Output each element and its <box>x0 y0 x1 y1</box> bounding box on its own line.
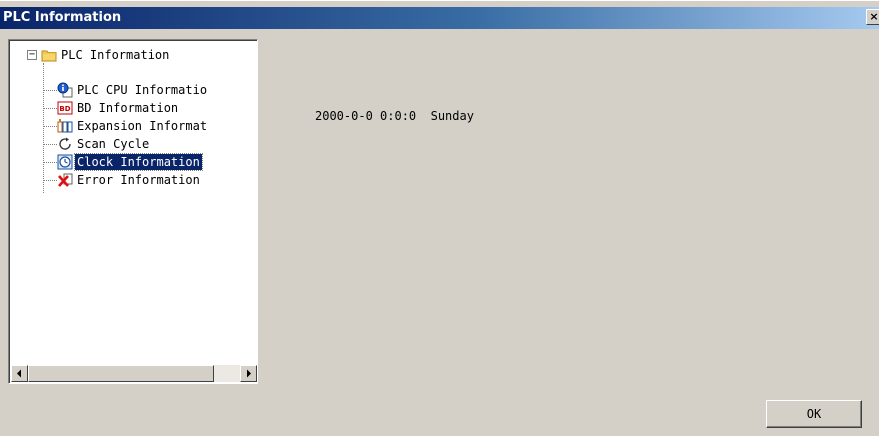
folder-icon <box>41 47 57 63</box>
tree-item-label: Clock Information <box>74 153 203 171</box>
arrow-left-icon <box>17 369 21 378</box>
close-icon: × <box>869 10 879 23</box>
error-icon <box>57 172 73 188</box>
tree-connector <box>43 126 57 127</box>
window-title: PLC Information <box>3 10 122 25</box>
tree-connector <box>43 180 57 181</box>
tree-viewport: − PLC Information PLC CPU Informatio BD … <box>9 40 257 383</box>
tree-connector <box>43 162 57 163</box>
tree-item-label: Expansion Informat <box>77 119 208 133</box>
tree-item-label: Error Information <box>77 173 200 187</box>
plc-info-tree[interactable]: − PLC Information PLC CPU Informatio BD … <box>8 39 258 384</box>
expansion-module-icon <box>57 118 73 134</box>
scrollbar-thumb[interactable] <box>28 365 214 382</box>
tree-item-label: Scan Cycle <box>77 137 150 151</box>
tree-item-expansion-information[interactable]: Expansion Informat <box>57 117 209 135</box>
tree-item-error-information[interactable]: Error Information <box>57 171 202 189</box>
tree-item-label: PLC CPU Informatio <box>77 83 208 97</box>
title-bar[interactable]: PLC Information × <box>0 7 879 29</box>
svg-text:BD: BD <box>59 105 70 113</box>
tree-connector-vertical <box>43 63 44 193</box>
clock-icon <box>57 154 73 170</box>
plc-information-dialog: PLC Information × − PLC Information PLC … <box>0 0 879 436</box>
scroll-right-button[interactable] <box>240 365 257 382</box>
tree-item-bd-information[interactable]: BD BD Information <box>57 99 180 117</box>
ok-button[interactable]: OK <box>766 400 862 428</box>
cpu-info-icon <box>57 82 73 98</box>
tree-item-label: BD Information <box>77 101 179 115</box>
bd-board-icon: BD <box>57 100 73 116</box>
close-button[interactable]: × <box>866 9 879 25</box>
tree-root[interactable]: PLC Information <box>41 46 171 64</box>
arrow-right-icon <box>247 369 251 378</box>
collapse-icon[interactable]: − <box>27 50 37 60</box>
tree-item-scan-cycle[interactable]: Scan Cycle <box>57 135 151 153</box>
tree-item-clock-information[interactable]: Clock Information <box>57 153 203 171</box>
tree-root-label: PLC Information <box>61 48 170 62</box>
tree-horizontal-scrollbar[interactable] <box>11 365 257 382</box>
tree-connector <box>43 144 57 145</box>
tree-connector <box>43 108 57 109</box>
tree-connector <box>43 90 57 91</box>
tree-item-plc-cpu-information[interactable]: PLC CPU Informatio <box>57 81 209 99</box>
clock-value: 2000-0-0 0:0:0 Sunday <box>315 109 474 123</box>
scroll-left-button[interactable] <box>11 365 28 382</box>
scan-cycle-icon <box>57 136 73 152</box>
